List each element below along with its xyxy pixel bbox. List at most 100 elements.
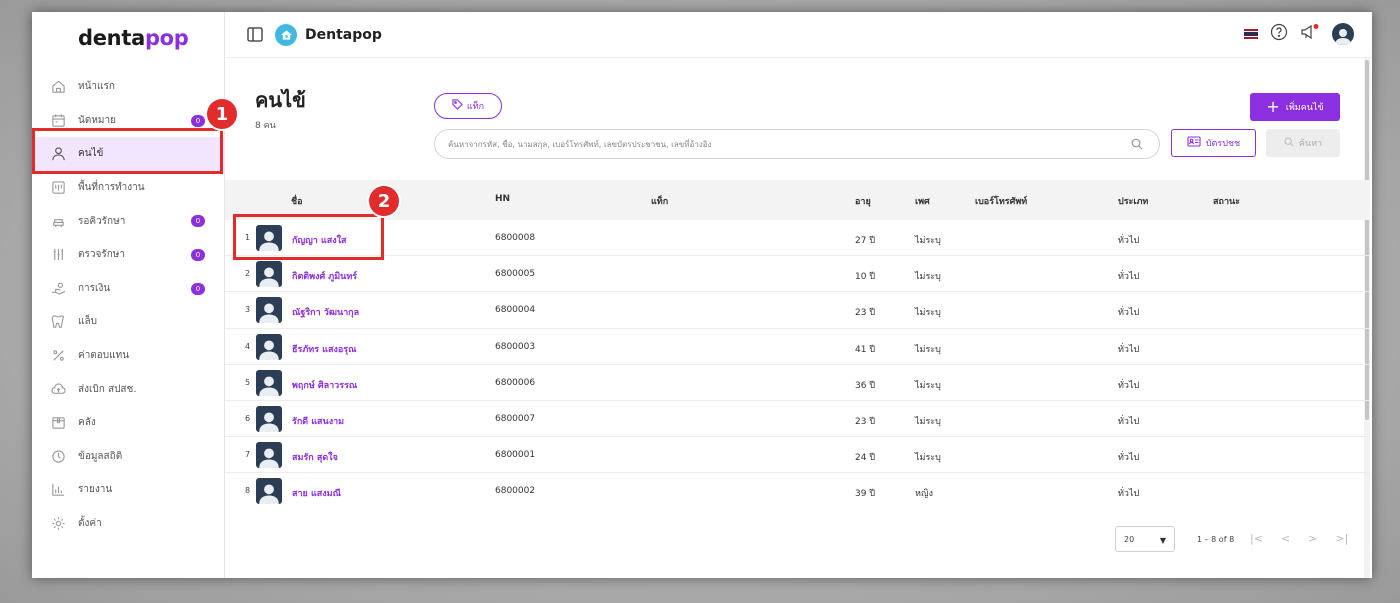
table-row[interactable]: 6 รักดี แสนงาม 6800007 23 ปี ไม่ระบุ ทั่… xyxy=(225,401,1370,438)
sidebar-item-treatment[interactable]: ตรวจรักษา 0 xyxy=(32,238,225,272)
patient-sex: ไม่ระบุ xyxy=(915,344,941,355)
table-row[interactable]: 1 กัญญา แสงใส 6800008 27 ปี ไม่ระบุ ทั่ว… xyxy=(225,220,1370,257)
logo-text-main: denta xyxy=(78,26,145,50)
patient-age: 10 ปี xyxy=(855,272,876,283)
last-page-icon[interactable]: >| xyxy=(1335,532,1348,545)
sidebar-item-label: นัดหมาย xyxy=(78,114,116,126)
user-avatar[interactable] xyxy=(1332,23,1354,45)
workspace-icon xyxy=(50,180,66,196)
table-row[interactable]: 5 พฤกษ์ ศิลาวรรณ 6800006 36 ปี ไม่ระบุ ท… xyxy=(225,365,1370,401)
patient-name-link[interactable]: สาย แสงมณี xyxy=(292,486,341,500)
patient-age: 39 ปี xyxy=(855,489,876,500)
highlight-box-patient-name xyxy=(233,214,384,260)
per-page-select[interactable]: 20 ▼ xyxy=(1115,526,1175,552)
column-header-type[interactable]: ประเภท xyxy=(1118,194,1148,208)
app-logo[interactable]: dentapop xyxy=(78,26,189,50)
patient-avatar xyxy=(256,405,282,432)
sidebar-item-statistics[interactable]: ข้อมูลสถิติ xyxy=(32,440,225,474)
highlight-box-patients-menu xyxy=(32,128,223,174)
patient-name-link[interactable]: ณัฐริกา วัฒนากุล xyxy=(292,305,359,319)
sidebar-item-label: หน้าแรก xyxy=(78,81,115,93)
patient-hn: 6800007 xyxy=(495,413,536,424)
sidebar-item-lab[interactable]: แล็บ xyxy=(32,305,225,339)
column-header-status[interactable]: สถานะ xyxy=(1213,194,1240,208)
sidebar-item-nhso-claim[interactable]: ส่งเบิก สปสช. xyxy=(32,372,225,406)
sidebar-item-queue[interactable]: รอคิวรักษา 0 xyxy=(32,204,225,238)
patient-type: ทั่วไป xyxy=(1118,380,1140,391)
patient-sex: ไม่ระบุ xyxy=(915,416,941,427)
first-page-icon[interactable]: |< xyxy=(1250,532,1263,545)
patient-avatar xyxy=(256,297,282,324)
search-button[interactable]: ค้นหา xyxy=(1266,129,1340,157)
table-row[interactable]: 2 กิตติพงศ์ ภูมินทร์ 6800005 10 ปี ไม่ระ… xyxy=(225,256,1370,293)
sidebar-item-workspace[interactable]: พื้นที่การทำงาน xyxy=(32,171,225,205)
sidebar-item-label: ตั้งค่า xyxy=(78,518,102,530)
tag-filter-label: แท็ก xyxy=(466,102,485,112)
top-bar-actions xyxy=(1244,23,1354,45)
sidebar-item-settings[interactable]: ตั้งค่า xyxy=(32,507,225,541)
sidebar-item-compensation[interactable]: ค่าตอบแทน xyxy=(32,339,225,373)
table-row[interactable]: 8 สาย แสงมณี 6800002 39 ปี หญิง ทั่วไป xyxy=(225,473,1370,509)
next-page-icon[interactable]: > xyxy=(1308,532,1317,545)
patient-count: 8 คน xyxy=(255,121,276,131)
table-row[interactable]: 7 สมรัก สุดใจ 6800001 24 ปี ไม่ระบุ ทั่ว… xyxy=(225,437,1370,474)
search-input[interactable]: ค้นหาจากรหัส, ชื่อ, นามสกุล, เบอร์โทรศัพ… xyxy=(434,129,1160,159)
patient-table-body: 1 กัญญา แสงใส 6800008 27 ปี ไม่ระบุ ทั่ว… xyxy=(225,220,1370,510)
dental-tools-icon xyxy=(50,247,66,263)
table-row[interactable]: 4 ธีรภัทร แสงอรุณ 6800003 41 ปี ไม่ระบุ … xyxy=(225,329,1370,365)
announcement-megaphone-icon[interactable] xyxy=(1300,23,1320,45)
count-badge: 0 xyxy=(191,114,205,127)
patient-hn: 6800003 xyxy=(495,341,536,352)
column-header-age[interactable]: อายุ xyxy=(855,194,871,208)
patient-avatar xyxy=(256,369,282,396)
patient-hn: 6800006 xyxy=(495,377,536,388)
add-patient-button[interactable]: + เพิ่มคนไข้ xyxy=(1250,93,1340,121)
column-header-phone[interactable]: เบอร์โทรศัพท์ xyxy=(975,194,1027,208)
row-index: 3 xyxy=(245,305,251,315)
patient-name-link[interactable]: ธีรภัทร แสงอรุณ xyxy=(292,342,356,356)
help-icon[interactable] xyxy=(1270,23,1288,45)
clinic-name[interactable]: Dentapop xyxy=(305,27,382,43)
dental-chair-icon xyxy=(50,213,66,229)
row-index: 7 xyxy=(245,450,251,460)
patient-hn: 6800008 xyxy=(495,233,536,243)
prev-page-icon[interactable]: < xyxy=(1281,532,1290,545)
sidebar-item-label: ค่าตอบแทน xyxy=(78,350,130,362)
thai-flag-icon[interactable] xyxy=(1244,29,1258,40)
search-icon[interactable] xyxy=(1131,138,1143,152)
row-index: 2 xyxy=(245,269,251,279)
patient-avatar xyxy=(256,333,282,360)
sidebar-item-label: การเงิน xyxy=(78,282,111,294)
logo-text-accent: pop xyxy=(144,26,189,50)
column-header-name[interactable]: ชื่อ xyxy=(291,194,303,208)
row-index: 4 xyxy=(245,341,251,351)
sidebar-item-finance[interactable]: การเงิน 0 xyxy=(32,272,225,306)
clinic-home-icon[interactable] xyxy=(275,24,297,46)
sidebar-item-home[interactable]: หน้าแรก xyxy=(32,70,225,104)
sidebar-item-reports[interactable]: รายงาน xyxy=(32,473,225,507)
stats-icon xyxy=(50,448,66,464)
chevron-down-icon: ▼ xyxy=(1159,536,1166,545)
sidebar-item-label: ข้อมูลสถิติ xyxy=(78,450,123,462)
patient-age: 41 ปี xyxy=(855,344,876,355)
id-card-reader-button[interactable]: บัตรปชช xyxy=(1171,129,1256,157)
tooth-icon xyxy=(50,314,66,330)
patient-name-link[interactable]: กิตติพงศ์ ภูมินทร์ xyxy=(292,269,357,283)
calendar-icon xyxy=(50,112,66,128)
pagination-controls: |< < > >| xyxy=(1250,532,1348,545)
patient-name-link[interactable]: รักดี แสนงาม xyxy=(292,414,344,428)
column-header-tag[interactable]: แท็ก xyxy=(651,194,668,208)
sidebar-item-label: คลัง xyxy=(78,417,96,429)
sidebar-toggle-icon[interactable] xyxy=(247,27,263,46)
patient-avatar xyxy=(256,442,282,469)
table-row[interactable]: 3 ณัฐริกา วัฒนากุล 6800004 23 ปี ไม่ระบุ… xyxy=(225,292,1370,329)
tag-filter-button[interactable]: แท็ก xyxy=(434,93,502,119)
column-header-sex[interactable]: เพศ xyxy=(915,194,930,208)
patient-age: 23 ปี xyxy=(855,416,876,427)
column-header-hn[interactable]: HN xyxy=(495,194,510,204)
row-index: 6 xyxy=(245,413,251,423)
sidebar-item-inventory[interactable]: คลัง xyxy=(32,406,225,440)
patient-name-link[interactable]: พฤกษ์ ศิลาวรรณ xyxy=(292,378,357,392)
patient-name-link[interactable]: สมรัก สุดใจ xyxy=(292,450,338,464)
count-badge: 0 xyxy=(191,248,205,261)
